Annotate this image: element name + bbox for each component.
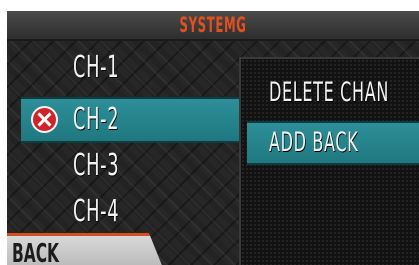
menu-item-delete-chan[interactable]: DELETE CHAN [247,73,419,113]
channel-label: CH-4 [73,194,120,229]
channel-label: CH-2 [73,102,120,137]
screen-title: SYSTEMG [179,13,247,37]
back-label: BACK [12,239,60,265]
x-circle-icon [31,106,58,133]
channel-item-ch1[interactable]: CH-1 [21,47,241,89]
channel-item-ch2[interactable]: CH-2 [21,97,241,143]
menu-item-label: DELETE CHAN [269,77,390,108]
channel-label: CH-3 [73,148,120,183]
channel-item-ch3[interactable]: CH-3 [21,145,241,187]
back-button[interactable]: BACK [7,233,163,265]
title-bar: SYSTEMG [7,11,419,41]
menu-item-add-back[interactable]: ADD BACK [247,121,419,165]
device-screen: SYSTEMG CH-1 CH-2 CH-3 CH-4 BACK DELETE … [7,11,419,265]
context-menu: DELETE CHAN ADD BACK [239,57,419,265]
menu-item-label: ADD BACK [269,127,359,158]
channel-label: CH-1 [73,50,120,85]
channel-item-ch4[interactable]: CH-4 [21,191,241,233]
